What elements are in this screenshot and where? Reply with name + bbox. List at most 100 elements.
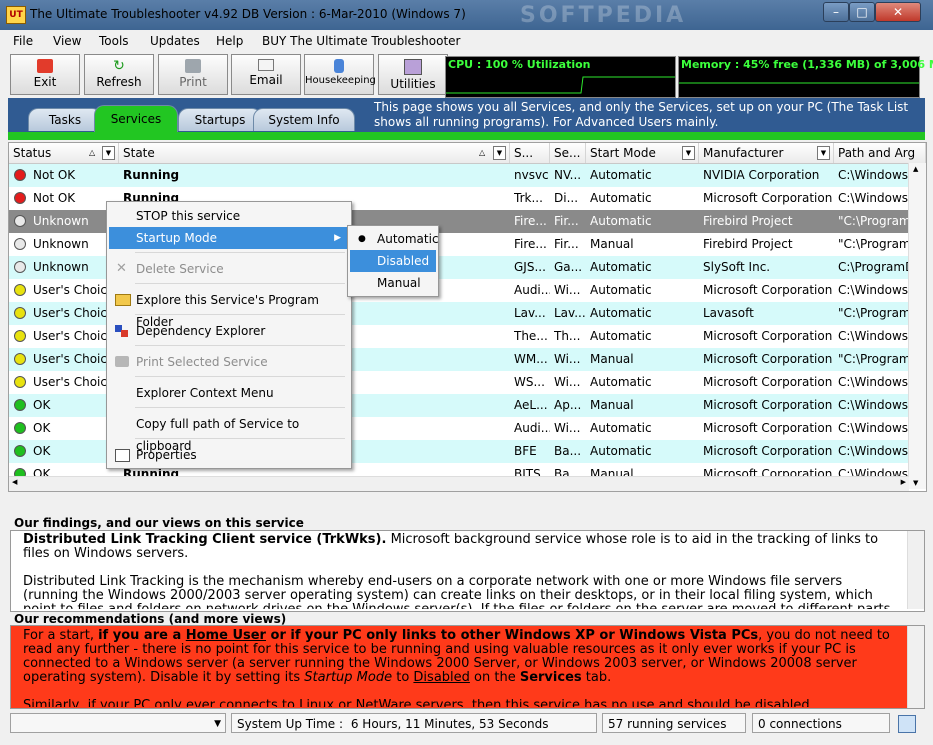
table-cell-se: Wi... — [554, 283, 581, 297]
table-cell-path: C:\Windows\ — [838, 421, 910, 435]
table-vertical-scrollbar[interactable]: ▲ ▼ — [908, 163, 926, 489]
email-button[interactable]: Email — [231, 54, 301, 95]
submenu-manual[interactable]: Manual — [350, 272, 436, 294]
utilities-button[interactable]: Utilities — [378, 54, 448, 95]
filter-dropdown-icon[interactable]: ▼ — [102, 146, 115, 160]
filter-dropdown-icon[interactable]: ▼ — [817, 146, 830, 160]
recommendations-panel[interactable]: For a start, if you are a Home User or i… — [10, 625, 925, 709]
table-cell-path: C:\Windows\ — [838, 283, 910, 297]
findings-panel[interactable]: Distributed Link Tracking Client service… — [10, 530, 925, 612]
menu-separator — [135, 376, 345, 377]
status-dot-icon — [14, 215, 26, 227]
tab-tasks[interactable]: Tasks — [28, 108, 102, 131]
housekeeping-button[interactable]: Housekeeping — [304, 54, 376, 95]
exit-button[interactable]: Exit — [10, 54, 80, 95]
menu-bar: File View Tools Updates Help BUY The Ult… — [0, 30, 933, 52]
table-cell-path: "C:\Program — [838, 352, 910, 366]
menu-tools[interactable]: Tools — [99, 34, 129, 48]
scroll-up-icon[interactable]: ▲ — [913, 165, 918, 173]
submenu-disabled[interactable]: Disabled — [350, 250, 436, 272]
table-cell-se: Ba... — [554, 444, 582, 458]
table-cell-status: OK — [33, 421, 51, 435]
menu-explorer-context[interactable]: Explorer Context Menu — [109, 382, 347, 404]
printer-icon — [115, 356, 129, 367]
menu-copy-path[interactable]: Copy full path of Service to clipboard — [109, 413, 347, 453]
maximize-button[interactable]: □ — [849, 2, 875, 22]
table-horizontal-scrollbar[interactable]: ◀ ▶ — [9, 476, 909, 491]
menu-dependency-explorer[interactable]: Dependency Explorer — [109, 320, 347, 342]
table-cell-status: OK — [33, 398, 51, 412]
menu-delete-service[interactable]: ✕ Delete Service — [109, 258, 347, 280]
menu-separator — [135, 314, 345, 315]
table-cell-path: C:\Windows\ — [838, 191, 910, 205]
filter-dropdown-icon[interactable]: ▼ — [682, 146, 695, 160]
utilities-icon — [404, 59, 422, 75]
table-cell-s: GJS... — [514, 260, 546, 274]
submenu-automatic[interactable]: ● Automatic — [350, 228, 439, 250]
table-cell-mode: Automatic — [590, 375, 652, 389]
status-dropdown[interactable]: ▼ — [10, 713, 226, 733]
col-start-mode[interactable]: Start Mode ▼ — [586, 143, 699, 163]
findings-heading: Distributed Link Tracking Client service… — [23, 533, 387, 547]
table-cell-path: C:\Windows\ — [838, 329, 910, 343]
table-cell-state: Running — [123, 168, 180, 182]
menu-properties[interactable]: Properties — [109, 444, 347, 466]
filter-dropdown-icon[interactable]: ▼ — [493, 146, 506, 160]
table-cell-mode: Manual — [590, 398, 634, 412]
col-service-desc[interactable]: Se... — [550, 143, 586, 163]
tab-startups[interactable]: Startups — [178, 108, 262, 131]
status-dot-icon — [14, 399, 26, 411]
menu-file[interactable]: File — [13, 34, 33, 48]
table-cell-status: OK — [33, 444, 51, 458]
status-dot-icon — [14, 238, 26, 250]
table-cell-mode: Automatic — [590, 421, 652, 435]
startup-mode-submenu: ● Automatic Disabled Manual — [347, 225, 439, 297]
col-status[interactable]: Status △ ▼ — [9, 143, 119, 163]
tab-system-info[interactable]: System Info — [253, 108, 355, 131]
menu-explore-folder[interactable]: Explore this Service's Program Folder — [109, 289, 347, 329]
table-cell-se: Th... — [554, 329, 581, 343]
scroll-right-icon[interactable]: ▶ — [901, 478, 906, 486]
menu-updates[interactable]: Updates — [150, 34, 200, 48]
close-button[interactable]: ✕ — [875, 2, 921, 22]
table-cell-se: Wi... — [554, 375, 581, 389]
table-cell-s: Fire... — [514, 214, 547, 228]
menu-stop-service[interactable]: STOP this service — [109, 205, 347, 227]
tab-services[interactable]: Services — [94, 105, 178, 133]
memory-meter: Memory : 45% free (1,336 MB) of 3,006 MB — [678, 56, 933, 98]
status-dot-icon — [14, 445, 26, 457]
findings-scrollbar[interactable] — [907, 531, 924, 609]
menu-separator — [135, 407, 345, 408]
col-manufacturer[interactable]: Manufacturer ▼ — [699, 143, 834, 163]
network-icon[interactable] — [898, 715, 916, 733]
table-cell-path: C:\Windows\ — [838, 444, 910, 458]
table-cell-mfr: Microsoft Corporation — [703, 191, 833, 205]
recommendations-scrollbar[interactable] — [907, 626, 924, 708]
col-service-name[interactable]: S... — [510, 143, 550, 163]
menu-help[interactable]: Help — [216, 34, 243, 48]
folder-icon — [115, 294, 131, 306]
scroll-left-icon[interactable]: ◀ — [12, 478, 17, 486]
minimize-button[interactable]: – — [823, 2, 849, 22]
running-services-count: 57 running services — [602, 713, 746, 733]
menu-separator — [135, 283, 345, 284]
table-cell-path: "C:\Program — [838, 214, 910, 228]
table-cell-mfr: Lavasoft — [703, 306, 754, 320]
table-cell-se: Fir... — [554, 237, 579, 251]
menu-buy[interactable]: BUY The Ultimate Troubleshooter — [262, 34, 460, 48]
scroll-down-icon[interactable]: ▼ — [913, 479, 918, 487]
menu-view[interactable]: View — [53, 34, 81, 48]
table-cell-mfr: Microsoft Corporation — [703, 329, 833, 343]
table-cell-mode: Automatic — [590, 214, 652, 228]
col-state[interactable]: State △ ▼ — [119, 143, 510, 163]
col-path[interactable]: Path and Arg — [834, 143, 926, 163]
menu-print-service[interactable]: Print Selected Service — [109, 351, 347, 373]
print-button[interactable]: Print — [158, 54, 228, 95]
refresh-button[interactable]: ↻ Refresh — [84, 54, 154, 95]
selected-bullet-icon: ● — [358, 234, 366, 244]
sort-icon: △ — [479, 148, 486, 157]
status-dot-icon — [14, 330, 26, 342]
table-cell-s: The... — [514, 329, 548, 343]
table-row[interactable]: Not OK Running nvsvc NV... Automatic NVIDIA C… — [9, 164, 910, 188]
menu-startup-mode[interactable]: Startup Mode ▶ — [109, 227, 347, 249]
